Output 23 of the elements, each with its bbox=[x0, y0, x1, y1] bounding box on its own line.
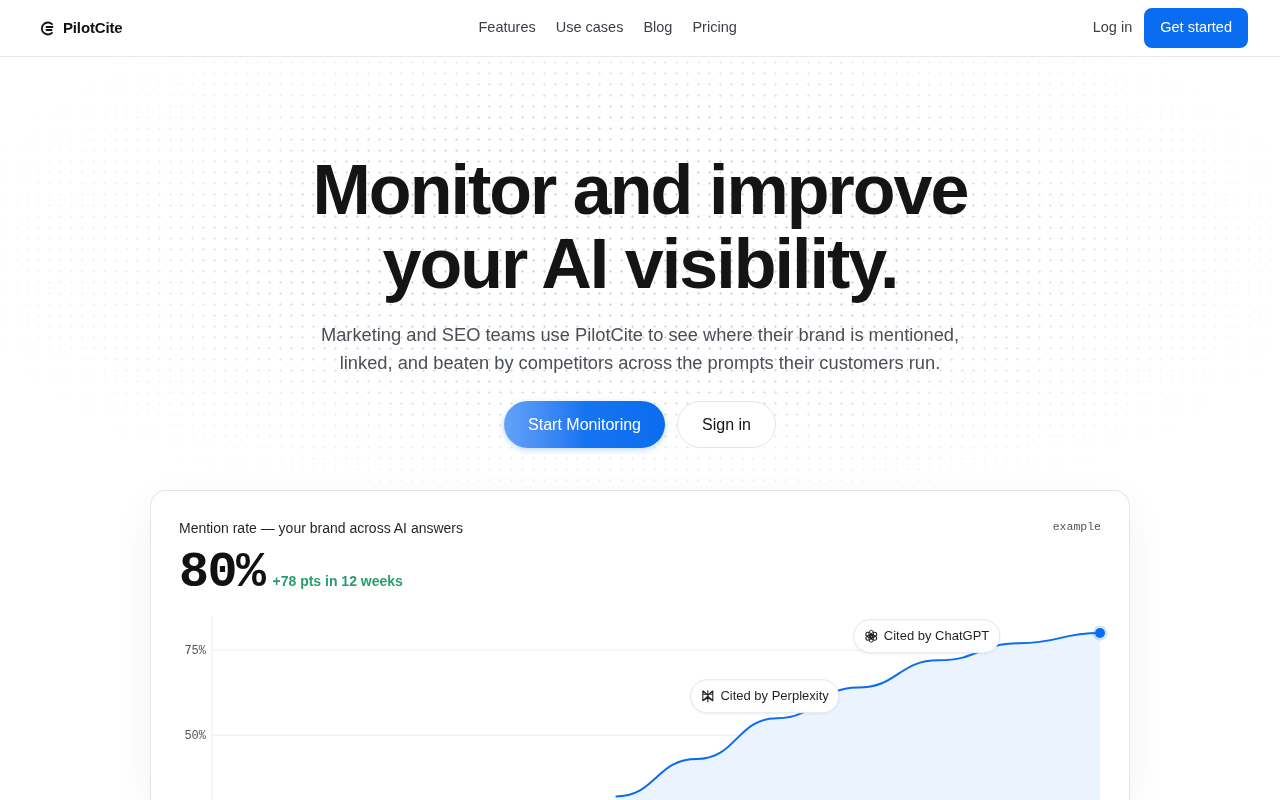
sign-in-button[interactable]: Sign in bbox=[677, 401, 776, 448]
brand-logo[interactable]: PilotCite bbox=[40, 16, 123, 40]
nav-link[interactable]: Blog bbox=[643, 17, 673, 39]
card-title: Mention rate — your brand across AI answers bbox=[179, 519, 464, 538]
example-tag: example bbox=[1052, 518, 1101, 536]
rosette-icon bbox=[863, 629, 878, 644]
annotation-text: Cited by ChatGPT bbox=[883, 627, 990, 646]
start-monitoring-button[interactable]: Start Monitoring bbox=[504, 401, 665, 448]
endpoint-marker-icon bbox=[1092, 625, 1108, 641]
y-axis-label: 50% bbox=[184, 729, 206, 744]
y-axis-label: 75% bbox=[184, 644, 206, 659]
hero-subtitle: Marketing and SEO teams use PilotCite to see where their brand is mentioned, linked, and beaten by competitors across the prompts their customers run. bbox=[319, 323, 961, 375]
nav-link[interactable]: Features bbox=[478, 17, 536, 39]
mention-rate-value: 80% bbox=[179, 548, 265, 598]
login-link[interactable]: Log in bbox=[1092, 17, 1133, 39]
change-text: +78 pts in 12 weeks bbox=[272, 572, 403, 591]
nav-link[interactable]: Use cases bbox=[555, 17, 624, 39]
hero-title: Monitor and improve your AI visibility. bbox=[312, 153, 968, 301]
get-started-button[interactable]: Get started bbox=[1144, 8, 1248, 48]
logo-mark-icon bbox=[40, 20, 55, 36]
geometric-mark-icon bbox=[701, 689, 715, 704]
annotation-text: Cited by Perplexity bbox=[720, 687, 829, 706]
nav-link[interactable]: Pricing bbox=[692, 17, 737, 39]
